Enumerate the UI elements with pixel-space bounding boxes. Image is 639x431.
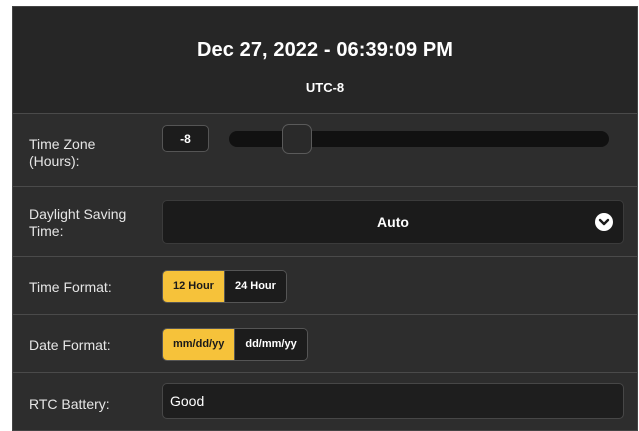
time-zone-value[interactable]: -8 [162,125,209,152]
time-zone-label-line1: Time Zone [29,136,96,152]
time-zone-slider-thumb[interactable] [281,124,312,154]
time-zone-label-line2: (Hours): [29,153,80,169]
chevron-down-icon[interactable] [595,213,613,231]
daylight-saving-row: Daylight Saving Time: Auto [13,187,637,257]
clock-header: Dec 27, 2022 - 06:39:09 PM UTC-8 [13,7,637,114]
rtc-battery-label: RTC Battery: [29,396,110,412]
date-format-row: Date Format: mm/dd/yy dd/mm/yy [13,315,637,373]
date-format-toggle: mm/dd/yy dd/mm/yy [162,328,308,361]
time-zone-row: Time Zone (Hours): -8 [13,114,637,187]
daylight-saving-selected-value: Auto [377,214,409,230]
time-format-toggle: 12 Hour 24 Hour [162,270,287,303]
time-format-12-hour-button[interactable]: 12 Hour [163,271,224,302]
date-format-ddmmyy-button[interactable]: dd/mm/yy [234,329,307,360]
date-format-mmddyy-button[interactable]: mm/dd/yy [163,329,235,360]
current-datetime: Dec 27, 2022 - 06:39:09 PM [196,39,454,61]
time-settings-panel: Dec 27, 2022 - 06:39:09 PM UTC-8 Time Zo… [12,6,638,431]
daylight-saving-label-line1: Daylight Saving [29,206,127,222]
daylight-saving-label-line2: Time: [29,223,64,239]
date-format-label: Date Format: [29,337,111,353]
time-format-row: Time Format: 12 Hour 24 Hour [13,257,637,315]
rtc-battery-status: Good [162,383,624,419]
rtc-battery-row: RTC Battery: Good [13,373,637,430]
time-format-24-hour-button[interactable]: 24 Hour [223,271,286,302]
daylight-saving-select[interactable]: Auto [162,200,624,244]
daylight-saving-label: Daylight Saving Time: [29,206,126,240]
utc-offset-label: UTC-8 [305,80,345,95]
time-format-label: Time Format: [29,279,112,295]
time-zone-label: Time Zone (Hours): [29,136,95,170]
